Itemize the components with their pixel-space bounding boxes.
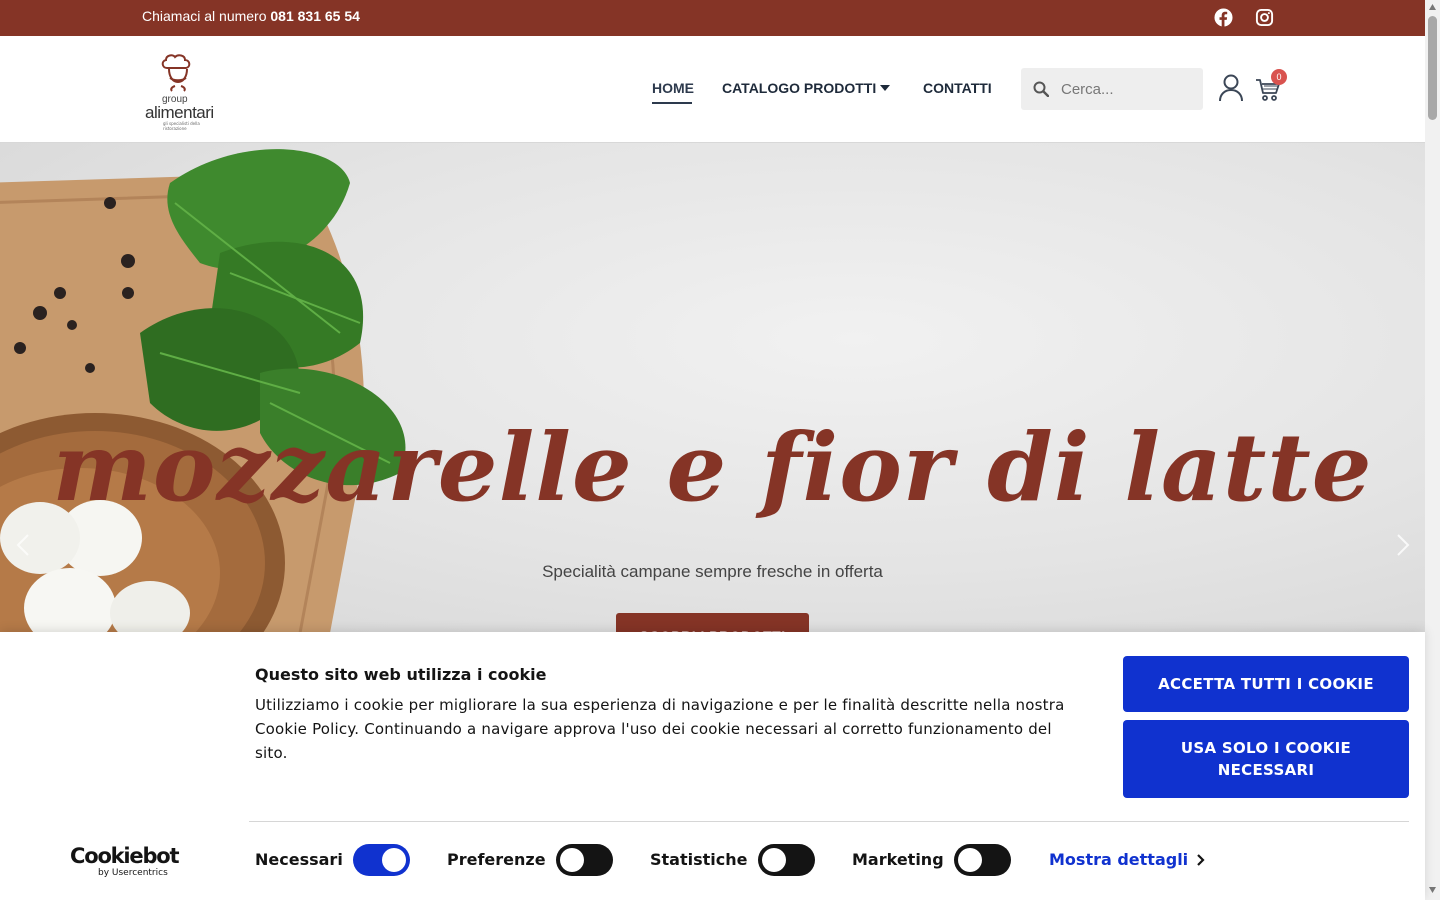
cart-count-badge: 0 [1271, 69, 1287, 85]
hero-food-image [0, 149, 406, 633]
toggle-preferences[interactable] [556, 844, 613, 876]
scrollbar-thumb[interactable] [1428, 16, 1437, 120]
nav-home[interactable]: HOME [652, 80, 694, 96]
hero-title: mozzarelle e fior di latte [52, 413, 1373, 523]
top-bar: Chiamaci al numero 081 831 65 54 [0, 0, 1425, 36]
search-box[interactable] [1021, 68, 1203, 110]
cookiebot-byline: by Usercentrics [98, 868, 168, 878]
site-header: group alimentari gli specialisti della r… [0, 36, 1425, 143]
necessary-cookies-only-button[interactable]: USA SOLO I COOKIE NECESSARI [1123, 720, 1409, 798]
page-scrollbar[interactable] [1425, 0, 1440, 900]
cookie-consent-banner: Questo sito web utilizza i cookie Utiliz… [0, 632, 1425, 900]
accept-all-cookies-button[interactable]: ACCETTA TUTTI I COOKIE [1123, 656, 1409, 712]
hero-slider: mozzarelle e fior di latte Specialità ca… [0, 143, 1425, 633]
search-input[interactable] [1061, 68, 1199, 110]
slider-prev-arrow-icon[interactable] [16, 533, 30, 557]
scroll-down-icon[interactable] [1428, 886, 1437, 894]
phone-prefix: Chiamaci al numero [142, 8, 271, 24]
hero-subtitle: Specialità campane sempre fresche in off… [542, 562, 883, 581]
facebook-icon[interactable] [1214, 8, 1233, 27]
cookiebot-logo: Cookiebot by Usercentrics [70, 844, 180, 878]
toggle-marketing[interactable] [954, 844, 1011, 876]
phone-number[interactable]: 081 831 65 54 [270, 8, 360, 24]
instagram-icon[interactable] [1255, 8, 1274, 27]
site-logo[interactable]: group alimentari gli specialisti della r… [144, 54, 224, 131]
toggle-label-marketing: Marketing [852, 850, 944, 869]
toggle-label-statistics: Statistiche [650, 850, 748, 869]
slider-next-arrow-icon[interactable] [1396, 533, 1410, 557]
logo-tagline: gli specialisti della ristorazione [163, 121, 200, 131]
chevron-right-icon[interactable] [1196, 853, 1206, 867]
logo-line2: alimentari [145, 103, 214, 122]
phone-info: Chiamaci al numero 081 831 65 54 [142, 8, 360, 24]
scroll-up-icon[interactable] [1428, 3, 1437, 11]
toggle-knob [560, 848, 584, 872]
toggle-knob [382, 848, 406, 872]
cookiebot-wordmark: Cookiebot [70, 844, 180, 868]
cookie-divider [249, 821, 1409, 822]
toggle-statistics[interactable] [758, 844, 815, 876]
cookie-description: Utilizziamo i cookie per migliorare la s… [255, 696, 1065, 762]
toggle-label-necessary: Necessari [255, 850, 343, 869]
search-icon[interactable] [1033, 81, 1049, 97]
caret-down-icon[interactable] [880, 84, 890, 92]
chef-logo-icon [161, 54, 191, 92]
nav-catalog[interactable]: CATALOGO PRODOTTI [722, 80, 876, 96]
toggle-label-preferences: Preferenze [447, 850, 546, 869]
toggle-knob [762, 848, 786, 872]
cookie-title: Questo sito web utilizza i cookie [255, 665, 547, 684]
nav-home-underline [652, 102, 692, 104]
toggle-necessary[interactable] [353, 844, 410, 876]
show-details-link[interactable]: Mostra dettagli [1049, 850, 1188, 869]
discover-products-button[interactable]: SCOPRI I PRODOTTI [616, 613, 809, 633]
nav-contacts[interactable]: CONTATTI [923, 80, 992, 96]
user-account-icon[interactable] [1218, 74, 1244, 102]
toggle-knob [958, 848, 982, 872]
